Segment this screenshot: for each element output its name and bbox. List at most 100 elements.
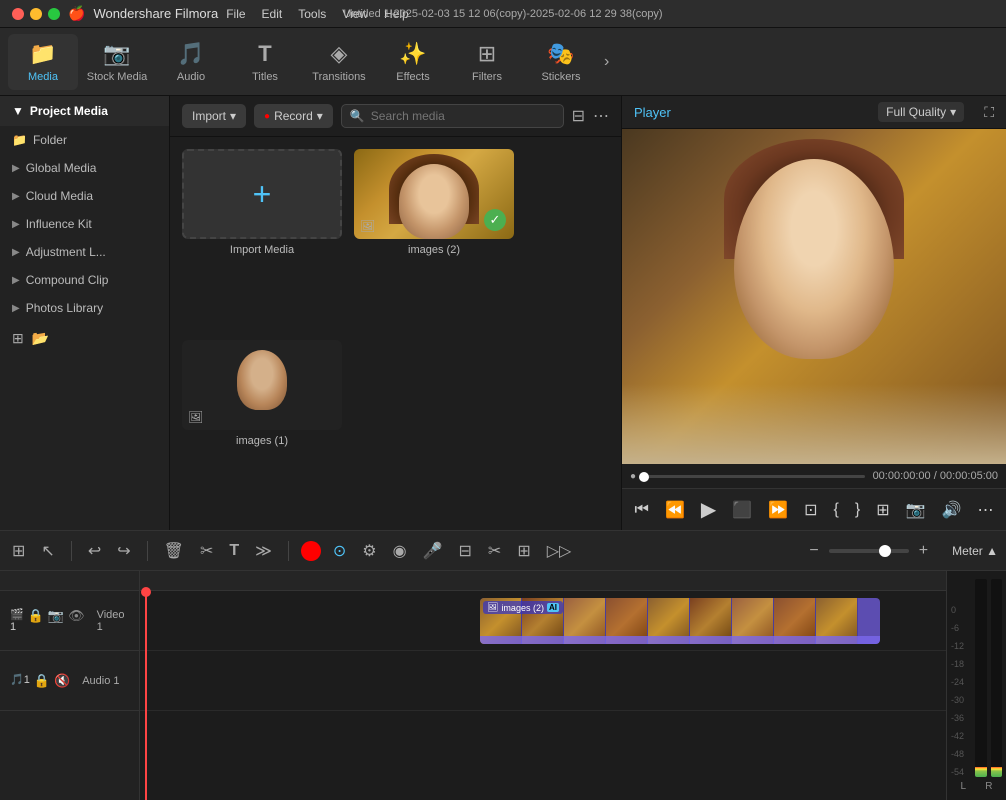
- redo-button[interactable]: ↪: [113, 537, 134, 565]
- step-back-button[interactable]: ⏪: [662, 497, 688, 523]
- voiceover-button[interactable]: 🎤: [419, 537, 447, 565]
- ai-tools-button[interactable]: ✂: [484, 537, 505, 565]
- more-player-button[interactable]: ⋯: [974, 497, 996, 523]
- sidebar-item-compound-clip[interactable]: ▶ Compound Clip: [0, 266, 169, 294]
- more-options-icon[interactable]: ⋯: [593, 106, 609, 126]
- scene-detect-button[interactable]: ⊞: [8, 537, 29, 565]
- menu-edit[interactable]: Edit: [262, 7, 283, 21]
- toolbar-more-chevron[interactable]: ›: [600, 53, 613, 71]
- menu-tools[interactable]: Tools: [298, 7, 326, 21]
- media-item-images1[interactable]: 🖼 images (1): [182, 340, 342, 519]
- video-track-row[interactable]: 🖼 images (2) AI: [140, 591, 946, 651]
- timeline-seek-bar[interactable]: [644, 475, 865, 478]
- toolbar-effects[interactable]: ✨ Effects: [378, 34, 448, 90]
- video-clip[interactable]: 🖼 images (2) AI: [480, 598, 880, 644]
- record-button[interactable]: ● Record ▾: [254, 104, 333, 128]
- audio-button[interactable]: 🔊: [939, 497, 965, 523]
- media-item-images2[interactable]: 🖼 ✓ images (2): [354, 149, 514, 328]
- meter-bar-right-fill: [991, 767, 1003, 777]
- adjustment-arrow: ▶: [12, 247, 20, 258]
- sidebar-item-adjustment[interactable]: ▶ Adjustment L...: [0, 238, 169, 266]
- playhead[interactable]: [145, 591, 147, 800]
- quality-selector[interactable]: Full Quality ▾: [878, 102, 964, 122]
- import-button[interactable]: Import ▾: [182, 104, 246, 128]
- video1-eye-icon[interactable]: 👁: [68, 608, 85, 633]
- video1-label: Video 1: [97, 609, 129, 633]
- import-media-label: Import Media: [182, 244, 342, 256]
- more-tools-button[interactable]: ≫: [251, 537, 276, 565]
- menu-file[interactable]: File: [226, 7, 245, 21]
- delete-button[interactable]: 🗑: [160, 537, 188, 565]
- step-forward-button[interactable]: ⏩: [765, 497, 791, 523]
- audio1-mute-icon[interactable]: 🔇: [54, 673, 70, 689]
- toolbar-stock-media[interactable]: 📷 Stock Media: [82, 34, 152, 90]
- meter-label[interactable]: Meter ▲: [952, 544, 998, 558]
- play-button[interactable]: ▶: [698, 494, 719, 525]
- cloud-media-arrow: ▶: [12, 191, 20, 202]
- meter-lr: L R: [951, 781, 1002, 796]
- global-media-arrow: ▶: [12, 163, 20, 174]
- video1-lock-icon[interactable]: 🔒: [28, 608, 44, 633]
- toolbar-filters[interactable]: ⊞ Filters: [452, 34, 522, 90]
- select-tool-button[interactable]: ↖: [37, 537, 58, 565]
- sidebar-item-influence-kit[interactable]: ▶ Influence Kit: [0, 210, 169, 238]
- skip-back-button[interactable]: ⏮: [632, 498, 652, 522]
- effects-icon: ✨: [399, 41, 426, 67]
- stop-button[interactable]: ⬛: [729, 497, 755, 523]
- player-video: [622, 129, 1006, 464]
- sidebar-bottom-toolbar: ⊞ 📂: [0, 322, 169, 355]
- add-timeline-button[interactable]: ⊞: [873, 497, 892, 523]
- video1-camera-icon[interactable]: 📷: [48, 608, 64, 633]
- toolbar-media[interactable]: 📁 Media: [8, 34, 78, 90]
- audio-track-row[interactable]: [140, 651, 946, 711]
- media-panel: Import ▾ ● Record ▾ 🔍 ⊟ ⋯ + Import Media: [170, 96, 621, 530]
- pip-button[interactable]: ⊞: [513, 537, 534, 565]
- sidebar-item-photos-library[interactable]: ▶ Photos Library: [0, 294, 169, 322]
- playback-button[interactable]: ▷▷: [543, 537, 576, 565]
- minimize-button[interactable]: [30, 8, 42, 20]
- toolbar-titles[interactable]: T Titles: [230, 34, 300, 90]
- tracks-area[interactable]: 0:00 00:00:02:00 00:00:04:00 00:00:06:00…: [140, 571, 946, 800]
- toolbar-audio[interactable]: 🎵 Audio: [156, 34, 226, 90]
- search-input[interactable]: [371, 109, 555, 123]
- timeline-record-button[interactable]: [301, 541, 321, 561]
- player-tab[interactable]: Player: [634, 105, 671, 120]
- toolbar-transitions[interactable]: ◈ Transitions: [304, 34, 374, 90]
- transitions-label: Transitions: [312, 71, 365, 83]
- sidebar-add-icon[interactable]: ⊞: [12, 330, 24, 347]
- fullscreen-icon[interactable]: ⛶: [984, 104, 994, 121]
- timeline-area: ⊞ ↖ ↩ ↪ 🗑 ✂ T ≫ ⊙ ⚙ ◉ 🎤 ⊟ ✂ ⊞ ▷▷ − + Met…: [0, 530, 1006, 800]
- cut-button[interactable]: ✂: [196, 537, 217, 565]
- project-media-header[interactable]: ▼ Project Media: [0, 96, 169, 126]
- mark-in-button[interactable]: {: [831, 498, 842, 522]
- sidebar-item-global-media[interactable]: ▶ Global Media: [0, 154, 169, 182]
- audio1-lock-icon[interactable]: 🔒: [34, 673, 50, 689]
- sidebar-item-cloud-media[interactable]: ▶ Cloud Media: [0, 182, 169, 210]
- close-button[interactable]: [12, 8, 24, 20]
- text-button[interactable]: T: [225, 538, 243, 564]
- maximize-button[interactable]: [48, 8, 60, 20]
- zoom-out-button[interactable]: −: [805, 538, 822, 564]
- scene-list-button[interactable]: ⊟: [455, 537, 476, 565]
- player-header: Player Full Quality ▾ ⛶: [622, 96, 1006, 129]
- import-media-item[interactable]: + Import Media: [182, 149, 342, 328]
- filter-icon[interactable]: ⊟: [572, 106, 585, 126]
- toolbar-stickers[interactable]: 🎭 Stickers: [526, 34, 596, 90]
- sidebar-item-folder[interactable]: 📁 Folder: [0, 126, 169, 154]
- playhead-button[interactable]: ⊙: [329, 537, 350, 565]
- sidebar-folder-icon[interactable]: 📂: [32, 330, 49, 347]
- snapshot-button[interactable]: 📷: [903, 497, 929, 523]
- timeline-dot-icon: ●: [630, 471, 636, 482]
- divider1: [71, 541, 72, 561]
- clip-volume-button[interactable]: ◉: [389, 537, 411, 565]
- undo-button[interactable]: ↩: [84, 537, 105, 565]
- crop-button[interactable]: ⊡: [801, 497, 820, 523]
- search-box: 🔍: [341, 104, 564, 128]
- video1-number: 🎬1: [10, 608, 24, 633]
- settings-button[interactable]: ⚙: [358, 537, 380, 565]
- import-chevron: ▾: [230, 109, 236, 123]
- zoom-in-button[interactable]: +: [915, 538, 932, 564]
- zoom-slider[interactable]: [829, 549, 909, 553]
- mark-out-button[interactable]: }: [852, 498, 863, 522]
- track-labels: 🎬1 🔒 📷 👁 Video 1 🎵1 🔒 🔇 Audio 1: [0, 571, 140, 800]
